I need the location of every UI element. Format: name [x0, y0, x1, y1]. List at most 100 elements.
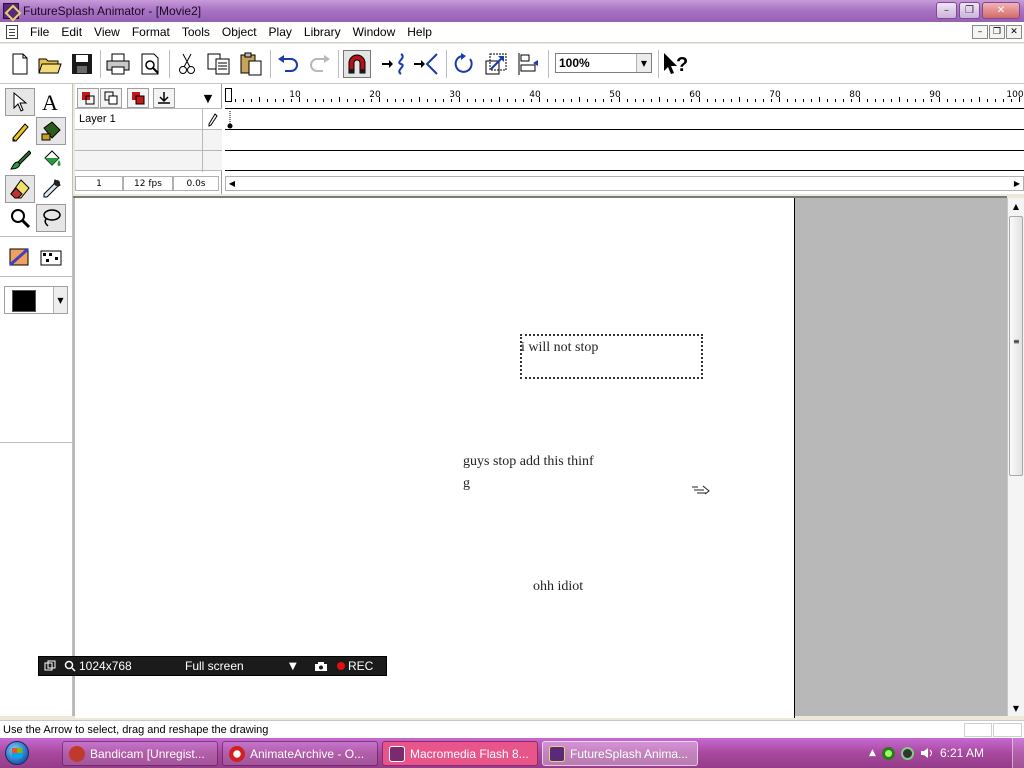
- save-icon[interactable]: [68, 50, 96, 78]
- clock[interactable]: 6:21 AM: [940, 746, 984, 760]
- eraser-tool-icon[interactable]: [5, 175, 35, 203]
- fill-color-picker[interactable]: ▼: [4, 286, 68, 314]
- zoom-dropdown[interactable]: 100% ▼: [555, 53, 652, 73]
- playhead-icon[interactable]: [226, 111, 234, 129]
- empty-cell: [202, 151, 222, 172]
- print-icon[interactable]: [104, 50, 132, 78]
- pencil-tool-icon[interactable]: [5, 117, 35, 145]
- playhead-marker-icon[interactable]: [225, 88, 232, 102]
- stage-text[interactable]: i will not stop: [521, 340, 598, 356]
- dropper-tool-icon[interactable]: [36, 175, 66, 203]
- record-button[interactable]: REC: [337, 659, 373, 673]
- text-tool-icon[interactable]: A: [36, 88, 66, 116]
- menu-help[interactable]: Help: [401, 25, 438, 39]
- ruler-tick: [995, 99, 996, 102]
- ink-bottle-tool-icon[interactable]: [36, 117, 66, 145]
- minimize-button[interactable]: –: [936, 2, 957, 19]
- task-bandicam[interactable]: Bandicam [Unregist...: [62, 741, 218, 766]
- task-futuresplash[interactable]: FutureSplash Anima...: [542, 741, 698, 766]
- stage-text[interactable]: ohh idiot: [533, 579, 583, 595]
- capture-mode[interactable]: Full screen: [185, 659, 289, 673]
- menu-edit[interactable]: Edit: [55, 25, 88, 39]
- network-icon[interactable]: [881, 746, 895, 760]
- scroll-right-icon[interactable]: ▶: [1011, 177, 1023, 190]
- ruler-tick: [307, 99, 308, 102]
- menu-format[interactable]: Format: [126, 25, 176, 39]
- ruler-tick: [891, 99, 892, 102]
- menu-file[interactable]: File: [24, 25, 55, 39]
- frame-row[interactable]: [225, 108, 1024, 129]
- paste-icon[interactable]: [237, 50, 265, 78]
- menu-view[interactable]: View: [88, 25, 126, 39]
- scroll-down-icon[interactable]: ▼: [1008, 700, 1024, 716]
- help-pointer-icon[interactable]: ?: [662, 50, 690, 78]
- camera-icon[interactable]: [311, 661, 331, 672]
- new-icon[interactable]: [6, 50, 34, 78]
- chevron-down-icon[interactable]: ▼: [197, 88, 219, 108]
- menu-object[interactable]: Object: [216, 25, 263, 39]
- magnifier-tool-icon[interactable]: [5, 204, 35, 232]
- ruler-tick: [267, 99, 268, 102]
- scroll-thumb[interactable]: ≡: [1009, 216, 1023, 476]
- fill-transform-icon[interactable]: [5, 244, 35, 272]
- restore-button[interactable]: ❐: [959, 2, 980, 19]
- document-icon[interactable]: [6, 25, 18, 39]
- stage-text[interactable]: g: [463, 476, 470, 492]
- close-button[interactable]: ✕: [982, 2, 1020, 19]
- chevron-down-icon[interactable]: ▼: [636, 54, 651, 72]
- menu-tools[interactable]: Tools: [176, 25, 216, 39]
- ruler-tick: [427, 99, 428, 102]
- delete-layer-icon[interactable]: [127, 88, 149, 108]
- rotate-icon[interactable]: [450, 50, 478, 78]
- paint-bucket-tool-icon[interactable]: [36, 146, 66, 174]
- stage-vertical-scrollbar[interactable]: ▲ ≡ ▼: [1007, 198, 1024, 716]
- redo-icon[interactable]: [306, 50, 334, 78]
- window-mode-icon[interactable]: [39, 660, 61, 672]
- scale-icon[interactable]: [482, 50, 510, 78]
- menu-play[interactable]: Play: [263, 25, 298, 39]
- ruler-tick: [883, 99, 884, 102]
- stage-canvas[interactable]: i will not stop guys stop add this thinf…: [75, 198, 795, 718]
- cut-icon[interactable]: [173, 50, 201, 78]
- arrow-tool-icon[interactable]: [5, 88, 35, 116]
- timeline-scrollbar[interactable]: ◀ ▶: [225, 176, 1024, 191]
- search-icon[interactable]: [61, 660, 79, 672]
- lasso-tool-icon[interactable]: [36, 204, 66, 232]
- ruler-tick: [667, 99, 668, 102]
- undo-icon[interactable]: [274, 50, 302, 78]
- copy-icon[interactable]: [205, 50, 233, 78]
- fill-color-swatch[interactable]: [12, 290, 36, 312]
- align-icon[interactable]: [514, 50, 542, 78]
- doc-close-button[interactable]: ✕: [1006, 25, 1022, 39]
- menu-library[interactable]: Library: [298, 25, 347, 39]
- start-button[interactable]: [0, 738, 34, 768]
- app-tray-icon[interactable]: [900, 746, 914, 760]
- chevron-down-icon[interactable]: ▼: [53, 287, 67, 313]
- ruler-label: 60: [689, 90, 701, 100]
- straighten-icon[interactable]: [412, 50, 440, 78]
- onion-skin-icon[interactable]: [153, 88, 175, 108]
- tray-expand-icon[interactable]: ▲: [869, 748, 876, 758]
- smooth-icon[interactable]: [380, 50, 408, 78]
- task-animatearchive[interactable]: AnimateArchive - O...: [222, 741, 378, 766]
- task-macromedia-flash[interactable]: Macromedia Flash 8...: [382, 741, 538, 766]
- layer-options-icon[interactable]: [100, 88, 122, 108]
- chevron-down-icon[interactable]: ▼: [289, 661, 311, 672]
- print-preview-icon[interactable]: [137, 50, 165, 78]
- speaker-icon[interactable]: [920, 746, 934, 760]
- frame-ruler[interactable]: 10 20 30 40 50 60 70 80 90 100: [225, 88, 1024, 106]
- layer-row[interactable]: Layer 1: [75, 108, 222, 130]
- doc-minimize-button[interactable]: –: [972, 25, 988, 39]
- scroll-up-icon[interactable]: ▲: [1008, 198, 1024, 214]
- show-desktop-button[interactable]: [1012, 738, 1024, 768]
- lock-fill-icon[interactable]: [36, 244, 66, 272]
- snap-magnet-icon[interactable]: [343, 50, 371, 78]
- menu-window[interactable]: Window: [347, 25, 402, 39]
- scroll-left-icon[interactable]: ◀: [226, 177, 238, 190]
- doc-restore-button[interactable]: ❐: [989, 25, 1005, 39]
- open-icon[interactable]: [36, 50, 64, 78]
- capture-size: 1024x768: [79, 659, 132, 673]
- stage-text[interactable]: guys stop add this thinf: [463, 454, 594, 470]
- brush-tool-icon[interactable]: [5, 146, 35, 174]
- add-layer-icon[interactable]: [77, 88, 99, 108]
